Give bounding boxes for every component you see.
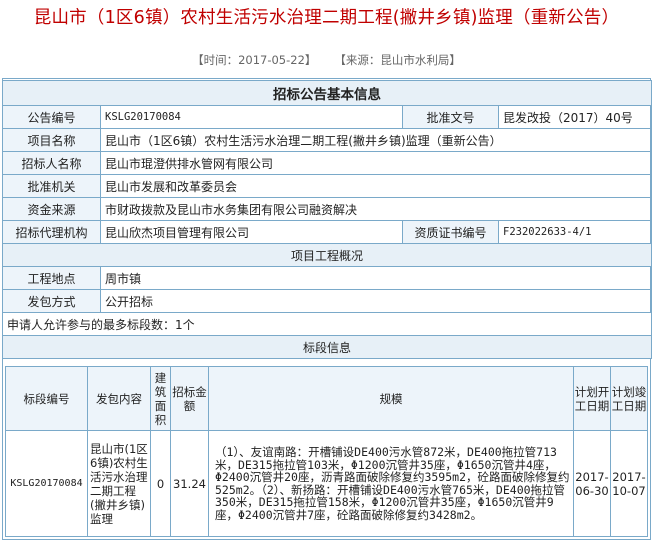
method-value: 公开招标 [100, 289, 652, 313]
sections-table: 标段编号 发包内容 建筑面积 招标金额 规模 计划开工日期 计划竣工日期 KSL… [5, 366, 648, 537]
project-overview-heading: 项目工程概况 [2, 243, 652, 267]
notice-no-label: 公告编号 [2, 105, 101, 129]
method-label: 发包方式 [2, 289, 101, 313]
publish-date: 【时间：2017-05-22】 [192, 53, 317, 67]
col-start: 计划开工日期 [573, 366, 611, 431]
cert-value: F232022633-4/1 [498, 220, 652, 244]
section-area-cell: 0 [150, 430, 171, 537]
section-content-cell: 昆山市(1区6镇)农村生活污水治理二期工程(撇井乡镇)监理 [87, 430, 151, 537]
funding-label: 资金来源 [2, 197, 101, 221]
approval-doc-label: 批准文号 [402, 105, 499, 129]
approver-label: 批准机关 [2, 174, 101, 198]
col-scale: 规模 [208, 366, 574, 431]
agency-label: 招标代理机构 [2, 220, 101, 244]
section-amount-cell: 31.24 [170, 430, 209, 537]
location-value: 周市镇 [100, 266, 652, 290]
approval-doc-value: 昆发改投（2017）40号 [498, 105, 652, 129]
col-section-no: 标段编号 [5, 366, 88, 431]
basic-info-heading: 招标公告基本信息 [2, 80, 652, 106]
sections-heading: 标段信息 [2, 335, 652, 359]
source: 【来源：昆山市水利局】 [334, 53, 461, 67]
funding-value: 市财政拨款及昆山市水务集团有限公司融资解决 [100, 197, 652, 221]
project-name-value: 昆山市（1区6镇）农村生活污水治理二期工程(撇井乡镇)监理（重新公告） [100, 128, 652, 152]
col-amount: 招标金额 [170, 366, 209, 431]
notice-no-value: KSLG20170084 [100, 105, 403, 129]
col-content: 发包内容 [87, 366, 151, 431]
basic-info-table: 招标公告基本信息 公告编号 KSLG20170084 批准文号 昆发改投（201… [2, 80, 652, 359]
table-row: KSLG20170084 昆山市(1区6镇)农村生活污水治理二期工程(撇井乡镇)… [5, 430, 648, 537]
tenderer-label: 招标人名称 [2, 151, 101, 175]
section-start-cell: 2017-06-30 [573, 430, 611, 537]
project-name-label: 项目名称 [2, 128, 101, 152]
max-bids-text: 申请人允许参与的最多标段数：1个 [2, 312, 652, 336]
col-area: 建筑面积 [150, 366, 171, 431]
meta-line: 【时间：2017-05-22】 【来源：昆山市水利局】 [0, 52, 653, 68]
page-title: 昆山市（1区6镇）农村生活污水治理二期工程(撇井乡镇)监理（重新公告） [33, 8, 620, 28]
tenderer-value: 昆山市琨澄供排水管网有限公司 [100, 151, 652, 175]
location-label: 工程地点 [2, 266, 101, 290]
agency-value: 昆山欣杰项目管理有限公司 [100, 220, 403, 244]
section-end-cell: 2017-10-07 [610, 430, 648, 537]
approver-value: 昆山市发展和改革委员会 [100, 174, 652, 198]
col-end: 计划竣工日期 [610, 366, 648, 431]
section-scale-cell: （1）、友谊南路：开槽铺设DE400污水管872米，DE400拖拉管713米，D… [208, 430, 574, 537]
cert-label: 资质证书编号 [402, 220, 499, 244]
section-no-cell: KSLG20170084 [5, 430, 88, 537]
